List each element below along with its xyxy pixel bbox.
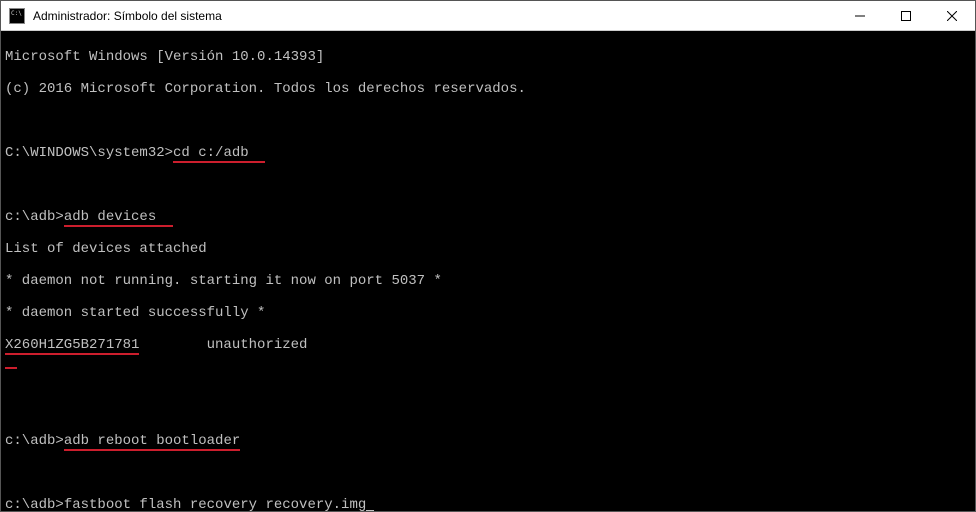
annotation-mark	[5, 367, 17, 369]
terminal-line: * daemon not running. starting it now on…	[5, 273, 971, 289]
command-text: cd c:/adb	[173, 145, 249, 163]
underline-extension	[249, 145, 266, 163]
terminal-line: c:\adb>fastboot flash recovery recovery.…	[5, 497, 971, 511]
prompt: C:\WINDOWS\system32>	[5, 145, 173, 161]
prompt: c:\adb>	[5, 209, 64, 225]
prompt: c:\adb>	[5, 433, 64, 449]
terminal-line: X260H1ZG5B271781 unauthorized	[5, 337, 971, 353]
command-text: adb reboot bootloader	[64, 433, 240, 451]
terminal-line	[5, 401, 971, 417]
terminal-line: * daemon started successfully *	[5, 305, 971, 321]
command-prompt-window: Administrador: Símbolo del sistema Micro…	[0, 0, 976, 512]
terminal-line: c:\adb>adb reboot bootloader	[5, 433, 971, 449]
terminal-line: C:\WINDOWS\system32>cd c:/adb	[5, 145, 971, 161]
terminal-line: List of devices attached	[5, 241, 971, 257]
titlebar[interactable]: Administrador: Símbolo del sistema	[1, 1, 975, 31]
prompt: c:\adb>	[5, 497, 64, 511]
device-status: unauthorized	[139, 337, 307, 353]
terminal-area[interactable]: Microsoft Windows [Versión 10.0.14393] (…	[1, 31, 975, 511]
command-text: adb devices	[64, 209, 156, 227]
cmd-icon	[9, 8, 25, 24]
terminal-line	[5, 113, 971, 129]
terminal-line: Microsoft Windows [Versión 10.0.14393]	[5, 49, 971, 65]
window-controls	[837, 1, 975, 30]
text-cursor	[366, 510, 374, 511]
maximize-icon	[901, 11, 911, 21]
terminal-line: c:\adb>adb devices	[5, 209, 971, 225]
close-icon	[947, 11, 957, 21]
underline-extension	[156, 209, 173, 227]
window-title: Administrador: Símbolo del sistema	[33, 9, 837, 23]
minimize-button[interactable]	[837, 1, 883, 30]
device-id: X260H1ZG5B271781	[5, 337, 139, 355]
terminal-line	[5, 465, 971, 481]
maximize-button[interactable]	[883, 1, 929, 30]
minimize-icon	[855, 11, 865, 21]
command-text: fastboot flash recovery recovery.img	[64, 497, 366, 511]
terminal-line	[5, 369, 971, 385]
close-button[interactable]	[929, 1, 975, 30]
terminal-line	[5, 177, 971, 193]
terminal-line: (c) 2016 Microsoft Corporation. Todos lo…	[5, 81, 971, 97]
